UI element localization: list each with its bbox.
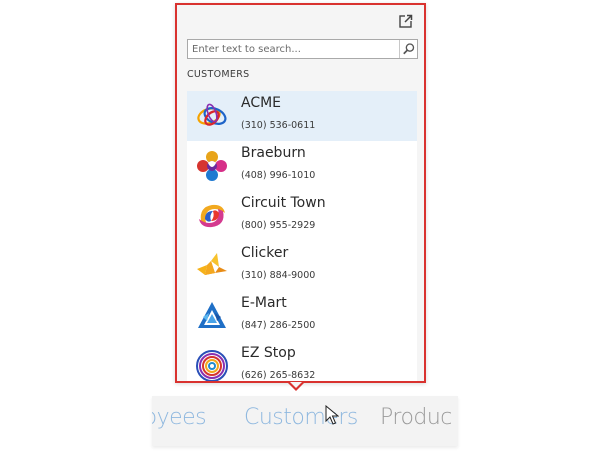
customer-name: EZ Stop [241,345,296,361]
nav-bar: loyees Customers Produc [152,396,458,446]
list-item[interactable]: Braeburn (408) 996-1010 [187,141,417,191]
e-mart-logo-icon [198,302,226,328]
search-icon[interactable] [399,40,417,58]
customer-name: Braeburn [241,145,306,161]
clicker-logo-icon [197,253,227,275]
nav-customers[interactable]: Customers [244,405,358,430]
list-item[interactable]: ACME (310) 536-0611 [187,91,417,141]
customer-phone: (310) 536-0611 [241,120,316,131]
circuit-town-logo-icon [199,204,225,228]
customer-name: E-Mart [241,295,287,311]
ez-stop-logo-icon [196,350,228,381]
search-input[interactable] [188,40,398,58]
customer-list[interactable]: ACME (310) 536-0611 Braeburn (408) 996-1… [187,91,417,381]
list-item[interactable]: Clicker (310) 884-9000 [187,241,417,291]
customer-name: Clicker [241,245,289,261]
mouse-cursor-icon [325,405,339,425]
stage: CUSTOMERS ACME (310) 536-0611 [0,0,610,454]
customer-phone: (408) 996-1010 [241,170,316,181]
customer-phone: (800) 955-2929 [241,220,316,231]
list-item[interactable]: Circuit Town (800) 955-2929 [187,191,417,241]
acme-logo-icon [197,103,227,126]
customer-name: Circuit Town [241,195,326,211]
customer-phone: (847) 286-2500 [241,320,316,331]
customer-phone: (310) 884-9000 [241,270,316,281]
nav-employees[interactable]: loyees [152,405,207,430]
customer-name: ACME [241,95,282,111]
customer-phone: (626) 265-8632 [241,370,316,381]
nav-products[interactable]: Produc [380,405,452,430]
search-box [187,39,418,59]
list-item[interactable]: EZ Stop (626) 265-8632 [187,341,417,381]
popup-pointer-inner [290,382,302,388]
popout-icon[interactable] [399,14,413,28]
braeburn-logo-icon [197,151,227,181]
list-item[interactable]: E-Mart (847) 286-2500 [187,291,417,341]
customers-popup: CUSTOMERS ACME (310) 536-0611 [175,3,426,383]
section-label: CUSTOMERS [187,69,250,80]
